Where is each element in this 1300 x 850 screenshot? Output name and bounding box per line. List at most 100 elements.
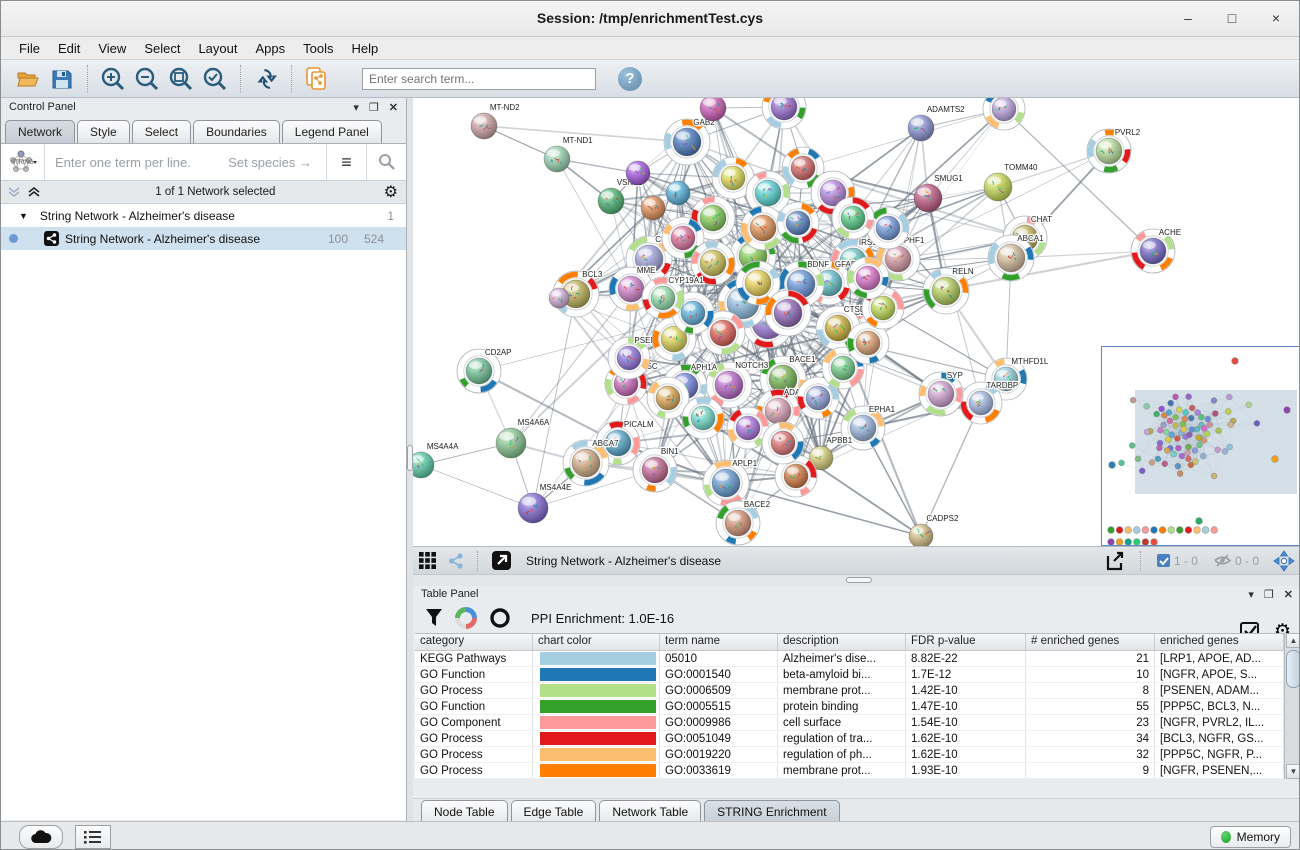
menu-file[interactable]: File xyxy=(11,39,48,58)
network-node[interactable]: ACHE xyxy=(1131,228,1181,273)
network-node[interactable]: MT-ND2 xyxy=(471,103,520,139)
menu-layout[interactable]: Layout xyxy=(190,39,245,58)
table-row[interactable]: GO FunctionGO:0005515protein binding1.47… xyxy=(415,699,1284,715)
network-node[interactable]: TOMM40 xyxy=(984,163,1038,201)
table-scrollbar[interactable]: ▲ ▼ xyxy=(1284,633,1300,779)
save-icon[interactable] xyxy=(45,63,79,95)
column-header-enriched-genes[interactable]: enriched genes xyxy=(1155,634,1284,650)
tab-node-table[interactable]: Node Table xyxy=(421,800,508,822)
network-view[interactable]: MT-ND2MT-ND1VSNL1GAB2ADAMTS2PVRL2TOMM40S… xyxy=(413,98,1300,546)
detach-view-icon[interactable] xyxy=(486,545,516,577)
column-header-term-name[interactable]: term name xyxy=(660,634,778,650)
network-options-gear-icon[interactable]: ⚙ xyxy=(384,182,398,202)
menu-help[interactable]: Help xyxy=(344,39,387,58)
column-header-chart-color[interactable]: chart color xyxy=(533,634,660,650)
network-node[interactable] xyxy=(762,422,804,464)
network-node[interactable] xyxy=(682,397,724,439)
tab-network-table[interactable]: Network Table xyxy=(599,800,701,822)
panel-float-icon[interactable]: ❐ xyxy=(369,101,379,114)
network-node[interactable] xyxy=(700,98,726,121)
zoom-out-icon[interactable] xyxy=(130,63,164,95)
table-row[interactable]: GO ProcessGO:0051049regulation of tra...… xyxy=(415,731,1284,747)
network-node[interactable] xyxy=(762,98,806,129)
panel-close-icon[interactable]: ✕ xyxy=(389,101,398,114)
tab-select[interactable]: Select xyxy=(132,120,191,143)
menu-tools[interactable]: Tools xyxy=(295,39,341,58)
title-bar[interactable]: Session: /tmp/enrichmentTest.cys – □ × xyxy=(1,1,1299,37)
network-node[interactable]: BACE2 xyxy=(716,500,771,545)
table-row[interactable]: GO FunctionGO:0001540beta-amyloid bi...1… xyxy=(415,667,1284,683)
maximize-button[interactable]: □ xyxy=(1223,9,1241,27)
minimize-button[interactable]: – xyxy=(1179,9,1197,27)
network-node[interactable] xyxy=(549,288,569,308)
zoom-fit-icon[interactable] xyxy=(164,63,198,95)
ring-chart-icon[interactable] xyxy=(489,607,511,629)
table-panel-close-icon[interactable]: ✕ xyxy=(1284,588,1293,601)
tab-string-enrichment[interactable]: STRING Enrichment xyxy=(704,800,839,822)
network-node[interactable] xyxy=(777,202,819,244)
column-header-description[interactable]: description xyxy=(778,634,906,650)
search-input[interactable] xyxy=(362,68,596,90)
table-row[interactable]: KEGG Pathways05010Alzheimer's dise...8.8… xyxy=(415,651,1284,667)
network-node[interactable] xyxy=(765,290,811,336)
zoom-selected-icon[interactable] xyxy=(198,63,232,95)
tab-network[interactable]: Network xyxy=(5,120,75,143)
scrollbar-thumb[interactable] xyxy=(1286,650,1300,688)
tab-style[interactable]: Style xyxy=(77,120,130,143)
collapse-expand-icons[interactable] xyxy=(7,186,47,198)
birdseye-view[interactable] xyxy=(1101,346,1300,546)
table-row[interactable]: GO ProcessGO:0033619membrane prot...1.93… xyxy=(415,763,1284,779)
column-header-category[interactable]: category xyxy=(415,634,533,650)
tree-expand-icon[interactable]: ▼ xyxy=(19,211,28,221)
network-node[interactable]: TARDBP xyxy=(960,381,1018,424)
filter-icon[interactable] xyxy=(425,608,443,628)
close-button[interactable]: × xyxy=(1267,9,1285,27)
set-species-label[interactable]: Set species → xyxy=(228,155,326,170)
network-node[interactable] xyxy=(847,257,889,299)
network-node[interactable]: SYP xyxy=(919,371,963,416)
network-node[interactable] xyxy=(666,181,690,205)
network-node[interactable]: RELN xyxy=(923,267,974,314)
share-network-icon[interactable] xyxy=(443,545,469,577)
refresh-icon[interactable] xyxy=(249,63,283,95)
table-row[interactable]: GO ProcessGO:0019220regulation of ph...1… xyxy=(415,747,1284,763)
column-header-FDR-p-value[interactable]: FDR p-value xyxy=(906,634,1026,650)
menu-view[interactable]: View xyxy=(90,39,134,58)
network-node[interactable] xyxy=(626,161,650,185)
zoom-in-icon[interactable] xyxy=(96,63,130,95)
panel-menu-icon[interactable]: ▾ xyxy=(353,101,359,114)
menu-apps[interactable]: Apps xyxy=(248,39,294,58)
horizontal-splitter-handle[interactable] xyxy=(846,577,872,583)
network-node[interactable]: CD2AP xyxy=(457,348,512,393)
table-panel-float-icon[interactable]: ❐ xyxy=(1264,588,1274,601)
network-node[interactable]: BIN1 xyxy=(633,447,679,492)
import-network-icon[interactable] xyxy=(300,63,334,95)
table-panel-menu-icon[interactable]: ▾ xyxy=(1248,588,1254,601)
network-node[interactable]: PVRL2 xyxy=(1087,128,1141,173)
network-node[interactable] xyxy=(832,197,874,239)
network-row-selected[interactable]: String Network - Alzheimer's disease 100… xyxy=(1,227,406,250)
column-header--enriched-genes[interactable]: # enriched genes xyxy=(1026,634,1155,650)
navigator-compass-icon[interactable] xyxy=(1267,545,1300,577)
network-node[interactable]: CADPS2 xyxy=(909,514,959,546)
network-node[interactable] xyxy=(983,98,1025,130)
scroll-up-icon[interactable]: ▲ xyxy=(1286,633,1300,648)
tab-boundaries[interactable]: Boundaries xyxy=(193,120,280,143)
tab-legend-panel[interactable]: Legend Panel xyxy=(282,120,382,143)
help-icon[interactable]: ? xyxy=(618,67,642,91)
network-node[interactable] xyxy=(641,196,665,220)
string-search-icon[interactable] xyxy=(366,144,406,180)
task-list-button[interactable] xyxy=(75,825,111,849)
memory-button[interactable]: Memory xyxy=(1210,826,1291,848)
string-options-menu-icon[interactable]: ≡ xyxy=(326,144,366,180)
menu-select[interactable]: Select xyxy=(136,39,188,58)
pie-chart-icon[interactable] xyxy=(455,607,477,629)
table-row[interactable]: GO ComponentGO:0009986cell surface1.54E-… xyxy=(415,715,1284,731)
tab-edge-table[interactable]: Edge Table xyxy=(511,800,597,822)
export-network-icon[interactable] xyxy=(1098,545,1132,577)
table-row[interactable]: GO ProcessGO:0006509membrane prot...1.42… xyxy=(415,683,1284,699)
string-term-input[interactable]: Enter one term per line. Set species → xyxy=(45,155,326,170)
network-node[interactable]: MS4A4A xyxy=(413,442,459,478)
scroll-down-icon[interactable]: ▼ xyxy=(1286,764,1300,779)
cloud-button[interactable] xyxy=(19,825,63,849)
